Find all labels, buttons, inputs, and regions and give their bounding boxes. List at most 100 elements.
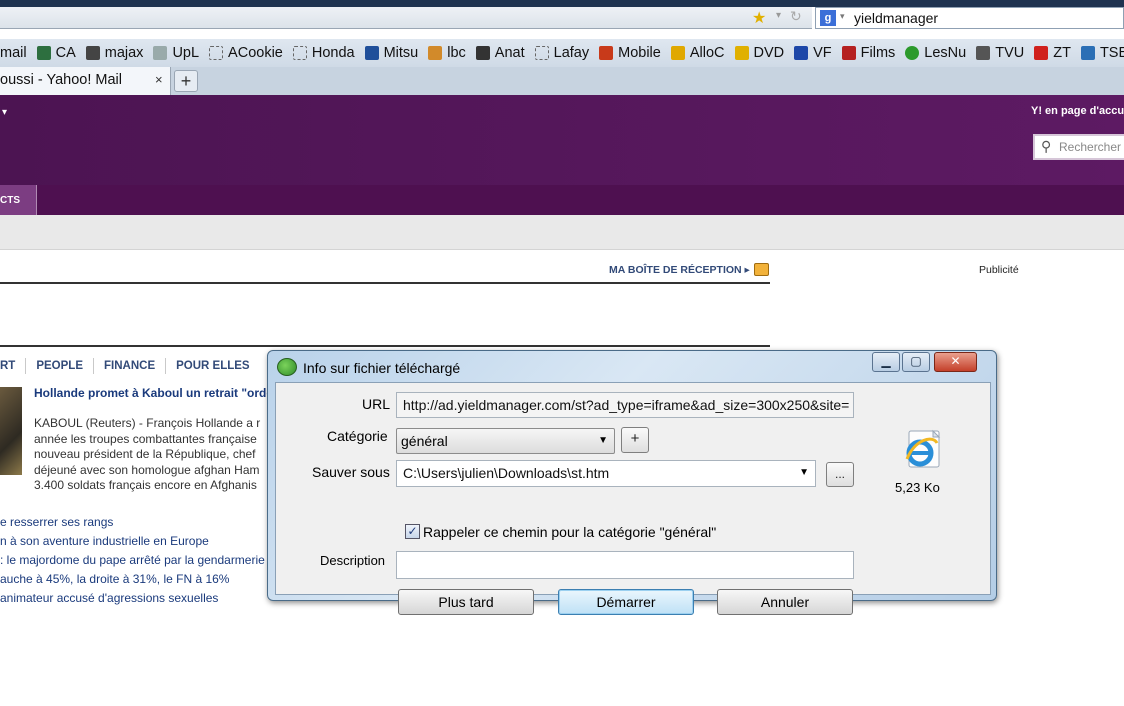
bookmark-icon bbox=[1080, 46, 1095, 60]
add-category-button[interactable]: + bbox=[621, 427, 649, 453]
category-label: Catégorie bbox=[327, 428, 388, 444]
bookmark-icon bbox=[905, 46, 920, 60]
bookmark-item[interactable]: VF bbox=[794, 45, 832, 61]
dialog-body: URL http://ad.yieldmanager.com/st?ad_typ… bbox=[275, 382, 991, 615]
bookmark-item[interactable]: UpL bbox=[153, 45, 199, 61]
new-tab-button[interactable]: + bbox=[174, 70, 198, 92]
later-button[interactable]: Plus tard bbox=[398, 589, 534, 615]
bookmark-icon bbox=[209, 46, 224, 60]
tab-yahoo-mail[interactable]: oussi - Yahoo! Mail × bbox=[0, 67, 171, 95]
bookmark-icon bbox=[734, 46, 749, 60]
remember-path-label[interactable]: Rappeler ce chemin pour la catégorie "gé… bbox=[423, 524, 716, 540]
yahoo-home-link[interactable]: Y! en page d'accu bbox=[1031, 105, 1124, 117]
maximize-button[interactable]: ▢ bbox=[902, 352, 930, 372]
news-tab[interactable]: POUR ELLES bbox=[166, 358, 259, 374]
cancel-button[interactable]: Annuler bbox=[717, 589, 853, 615]
bookmark-item[interactable]: mail bbox=[0, 45, 27, 61]
news-link[interactable]: auche à 45%, la droite à 31%, le FN à 16… bbox=[0, 570, 265, 589]
chevron-down-icon[interactable]: ▾ bbox=[776, 10, 781, 21]
screen: ★ ▾ ↻ g ▾ yieldmanager mail CA majax UpL… bbox=[0, 0, 1124, 706]
ad-label: Publicité bbox=[979, 264, 1019, 276]
bookmark-item[interactable]: TVU bbox=[976, 45, 1024, 61]
divider bbox=[0, 345, 770, 347]
url-label: URL bbox=[362, 396, 391, 412]
bookmark-item[interactable]: ZT bbox=[1034, 45, 1071, 61]
news-tab[interactable]: RT bbox=[0, 358, 27, 374]
bookmark-item[interactable]: majax bbox=[85, 45, 143, 61]
inbox-icon[interactable] bbox=[754, 263, 769, 276]
inbox-link[interactable]: MA BOÎTE DE RÉCEPTION ▸ bbox=[609, 264, 750, 276]
divider bbox=[0, 282, 770, 284]
search-placeholder: Rechercher bbox=[1059, 140, 1122, 154]
bookmark-item[interactable]: ACookie bbox=[209, 45, 283, 61]
browse-button[interactable]: ... bbox=[826, 462, 854, 487]
bookmark-item[interactable]: lbc bbox=[428, 45, 466, 61]
url-field[interactable]: http://ad.yieldmanager.com/st?ad_type=if… bbox=[396, 392, 854, 418]
tab-contacts[interactable]: CTS bbox=[0, 185, 37, 215]
start-button[interactable]: Démarrer bbox=[558, 589, 694, 615]
news-link[interactable]: n à son aventure industrielle en Europe bbox=[0, 532, 265, 551]
search-icon: ⚲ bbox=[1041, 138, 1052, 154]
file-size: 5,23 Ko bbox=[895, 480, 940, 495]
bookmark-icon bbox=[292, 46, 307, 60]
news-link[interactable]: animateur accusé d'agressions sexuelles bbox=[0, 589, 265, 608]
browser-search-box[interactable]: g ▾ yieldmanager bbox=[815, 7, 1124, 29]
bookmarks-toolbar: mail CA majax UpL ACookie Honda Mitsu lb… bbox=[0, 39, 1124, 67]
bookmark-icon bbox=[534, 46, 549, 60]
category-select[interactable]: général ▼ bbox=[396, 428, 615, 454]
news-links: e resserrer ses rangs n à son aventure i… bbox=[0, 513, 265, 608]
close-icon[interactable]: × bbox=[155, 72, 163, 87]
bookmark-item[interactable]: Honda bbox=[292, 45, 355, 61]
bookmark-item[interactable]: TSE bbox=[1080, 45, 1124, 61]
save-path-field[interactable]: C:\Users\julien\Downloads\st.htm ▼ bbox=[396, 460, 816, 487]
title-strip bbox=[0, 0, 1124, 7]
description-label: Description bbox=[320, 553, 386, 568]
search-input-value[interactable]: yieldmanager bbox=[854, 10, 938, 26]
tab-strip: oussi - Yahoo! Mail × + bbox=[0, 67, 1124, 95]
chevron-down-icon[interactable]: ▼ bbox=[799, 461, 809, 485]
tab-title: oussi - Yahoo! Mail bbox=[0, 72, 122, 88]
bookmark-item[interactable]: CA bbox=[36, 45, 76, 61]
news-tabs: RT PEOPLE FINANCE POUR ELLES bbox=[0, 358, 260, 374]
close-button[interactable]: ✕ bbox=[934, 352, 977, 372]
bookmark-star-icon[interactable]: ★ bbox=[752, 8, 766, 28]
bookmark-item[interactable]: Mitsu bbox=[364, 45, 418, 61]
download-manager-icon bbox=[277, 358, 297, 376]
bookmark-icon bbox=[1034, 46, 1049, 60]
yahoo-header: ▾ Y! en page d'accu ⚲ Rechercher bbox=[0, 95, 1124, 185]
minimize-button[interactable]: ▁ bbox=[872, 352, 900, 372]
news-tab[interactable]: PEOPLE bbox=[26, 358, 94, 374]
bookmark-icon bbox=[976, 46, 991, 60]
bookmark-item[interactable]: AlloC bbox=[670, 45, 725, 61]
file-type-ie-icon bbox=[905, 429, 941, 468]
chevron-down-icon: ▼ bbox=[598, 435, 608, 446]
bookmark-icon bbox=[670, 46, 685, 60]
google-icon[interactable]: g bbox=[820, 10, 836, 26]
news-link[interactable]: e resserrer ses rangs bbox=[0, 513, 265, 532]
chevron-down-icon[interactable]: ▾ bbox=[840, 11, 845, 22]
save-as-label: Sauver sous bbox=[312, 464, 390, 480]
remember-path-checkbox[interactable]: ✓ bbox=[405, 524, 420, 539]
news-headline[interactable]: Hollande promet à Kaboul un retrait "ord… bbox=[34, 386, 274, 400]
bookmark-item[interactable]: Anat bbox=[475, 45, 525, 61]
category-value: général bbox=[401, 433, 448, 449]
chevron-down-icon[interactable]: ▾ bbox=[2, 107, 7, 118]
address-bar[interactable]: ★ ▾ ↻ bbox=[0, 7, 812, 29]
news-thumbnail[interactable] bbox=[0, 387, 22, 475]
bookmark-icon bbox=[475, 46, 490, 60]
reload-icon[interactable]: ↻ bbox=[790, 8, 802, 25]
bookmark-item[interactable]: DVD bbox=[734, 45, 784, 61]
news-tab[interactable]: FINANCE bbox=[94, 358, 167, 374]
bookmark-icon bbox=[599, 46, 614, 60]
download-info-dialog: Info sur fichier téléchargé ▁ ▢ ✕ URL ht… bbox=[267, 350, 997, 615]
bookmark-item[interactable]: LesNu bbox=[905, 45, 966, 61]
bookmark-icon bbox=[428, 46, 443, 60]
bookmark-item[interactable]: Mobile bbox=[599, 45, 661, 61]
news-link[interactable]: : le majordome du pape arrêté par la gen… bbox=[0, 551, 265, 570]
yahoo-search-input[interactable]: ⚲ Rechercher bbox=[1033, 134, 1124, 160]
dialog-title: Info sur fichier téléchargé bbox=[303, 360, 461, 376]
bookmark-item[interactable]: Films bbox=[841, 45, 895, 61]
description-input[interactable] bbox=[396, 551, 854, 579]
bookmark-item[interactable]: Lafay bbox=[534, 45, 589, 61]
bookmark-icon bbox=[794, 46, 809, 60]
